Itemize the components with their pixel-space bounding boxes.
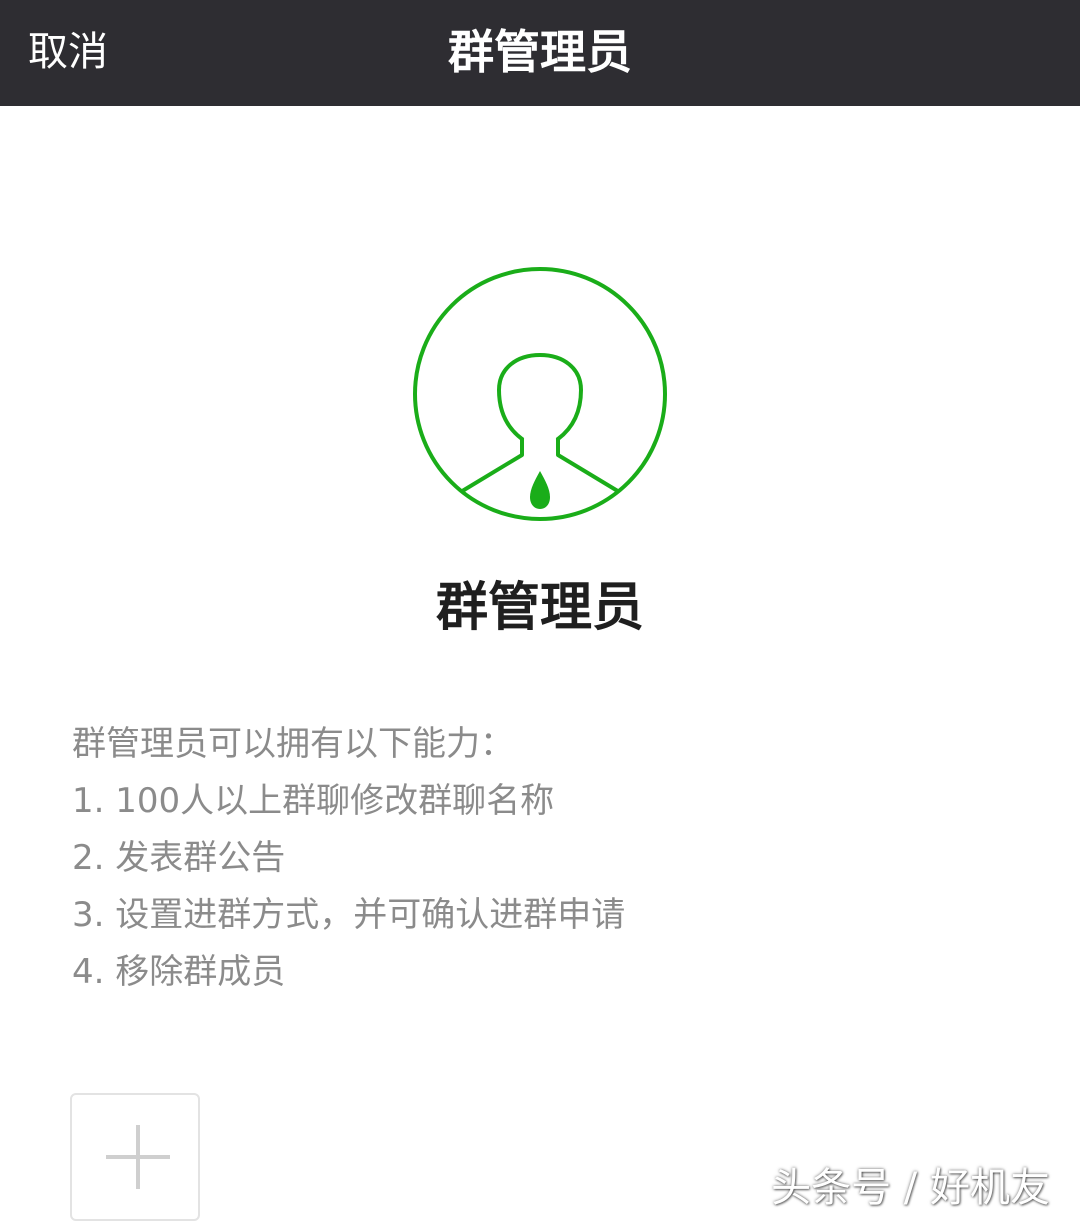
hero-title: 群管理员 — [435, 578, 644, 638]
page: 取消 群管理员 群管理员 群管理员可以拥有以下能力： 1. 100人以上群聊修改… — [0, 0, 1080, 1230]
plus-icon — [106, 1125, 170, 1189]
capability-item: 3. 设置进群方式，并可确认进群申请 — [72, 895, 626, 935]
description-intro: 群管理员可以拥有以下能力： — [72, 724, 514, 764]
description-block: 群管理员可以拥有以下能力： 1. 100人以上群聊修改群聊名称 2. 发表群公告… — [72, 716, 972, 1001]
watermark: 头条号 / 好机友 — [771, 1165, 1050, 1211]
add-admin-button[interactable] — [70, 1093, 200, 1221]
navigation-bar: 取消 群管理员 — [0, 0, 1080, 106]
nav-title: 群管理员 — [448, 25, 632, 79]
capability-item: 2. 发表群公告 — [72, 838, 286, 878]
capability-item: 1. 100人以上群聊修改群聊名称 — [72, 781, 555, 821]
capability-item: 4. 移除群成员 — [72, 952, 286, 992]
admin-user-icon — [411, 265, 669, 523]
